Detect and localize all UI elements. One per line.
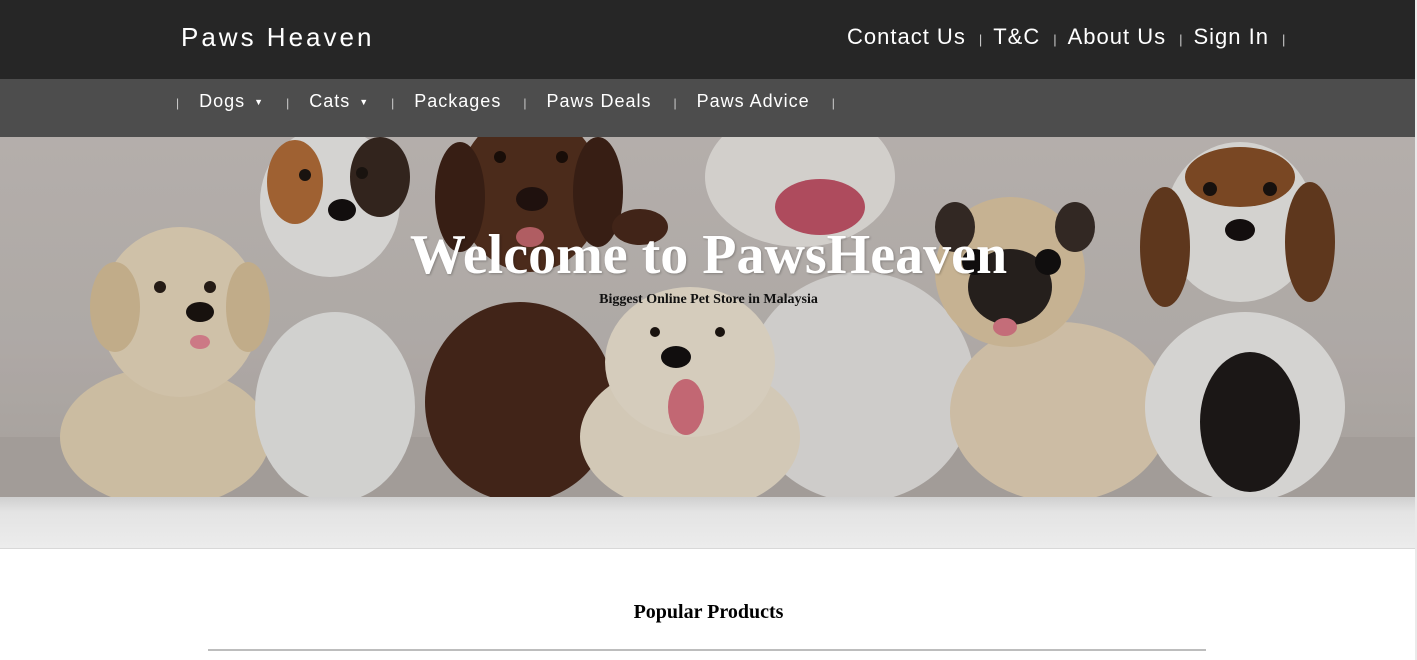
separator: | [286, 96, 290, 110]
brand-logo[interactable]: Paws Heaven [181, 22, 374, 53]
separator: | [391, 96, 395, 110]
contact-us-link[interactable]: Contact Us [847, 24, 966, 50]
nav-item-cats[interactable]: Cats ▼ [309, 91, 369, 112]
nav-list: | Dogs ▼ | Cats ▼ | Packages | Paws Deal… [176, 91, 855, 112]
hero-overlay [0, 137, 1417, 497]
main-nav: | Dogs ▼ | Cats ▼ | Packages | Paws Deal… [0, 79, 1417, 137]
separator: | [176, 96, 180, 110]
top-header: Paws Heaven Contact Us | T&C | About Us … [0, 0, 1417, 79]
top-links: Contact Us | T&C | About Us | Sign In | [847, 24, 1296, 50]
separator: | [1179, 32, 1183, 47]
popular-products-heading: Popular Products [633, 601, 784, 623]
about-us-link[interactable]: About Us [1068, 24, 1167, 50]
separator: | [1053, 32, 1057, 47]
separator: | [523, 96, 527, 110]
sign-in-link[interactable]: Sign In [1194, 24, 1270, 50]
nav-item-packages[interactable]: Packages [414, 91, 501, 112]
separator: | [673, 96, 677, 110]
hero-subtitle: Biggest Online Pet Store in Malaysia [599, 292, 818, 307]
separator: | [978, 32, 983, 47]
caret-down-icon: ▼ [254, 96, 265, 107]
nav-item-label: Cats [309, 91, 351, 111]
hero-title: Welcome to PawsHeaven [409, 224, 1008, 286]
separator: | [1282, 32, 1286, 47]
nav-item-paws-deals[interactable]: Paws Deals [546, 91, 651, 112]
terms-link[interactable]: T&C [993, 24, 1040, 50]
caret-down-icon: ▼ [359, 96, 370, 107]
nav-item-paws-advice[interactable]: Paws Advice [697, 91, 810, 112]
separator: | [831, 96, 835, 110]
nav-item-label: Dogs [199, 91, 246, 111]
hero-bottom-strip [0, 497, 1417, 549]
nav-item-dogs[interactable]: Dogs ▼ [199, 91, 264, 112]
section-divider [208, 649, 1206, 651]
hero-banner: Welcome to PawsHeaven Biggest Online Pet… [0, 137, 1417, 497]
